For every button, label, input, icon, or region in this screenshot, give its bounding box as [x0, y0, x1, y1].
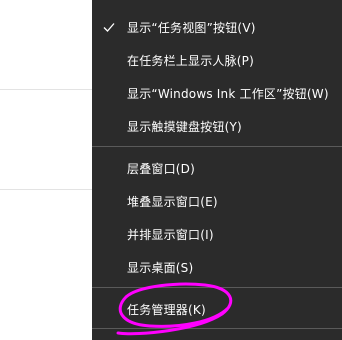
menu-item-show-touch-keyboard-button[interactable]: 显示触摸键盘按钮(Y): [92, 106, 342, 146]
menu-separator: [92, 146, 342, 147]
menu-item-label: 显示“任务视图”按钮(V): [127, 20, 256, 35]
menu-item-task-manager[interactable]: 任务管理器(K): [92, 289, 342, 329]
menu-separator: [92, 328, 342, 329]
window-divider-line: [0, 89, 92, 90]
menu-item-label: 显示触摸键盘按钮(Y): [127, 119, 242, 134]
menu-item-show-desktop[interactable]: 显示桌面(S): [92, 247, 342, 287]
menu-item-label: 显示桌面(S): [127, 260, 194, 275]
menu-item-label: 层叠窗口(D): [127, 161, 196, 176]
background-window: [0, 0, 92, 340]
menu-separator: [92, 287, 342, 288]
menu-item-label: 显示“Windows Ink 工作区”按钮(W): [127, 86, 329, 101]
taskbar-context-menu: 显示“任务视图”按钮(V) 在任务栏上显示人脉(P) 显示“Windows In…: [92, 0, 342, 340]
menu-item-label: 在任务栏上显示人脉(P): [127, 53, 255, 68]
check-icon: [102, 20, 116, 34]
menu-item-label: 任务管理器(K): [127, 302, 206, 317]
window-divider-line: [0, 189, 92, 190]
menu-item-label: 并排显示窗口(I): [127, 227, 214, 242]
menu-item-label: 堆叠显示窗口(E): [127, 194, 218, 209]
